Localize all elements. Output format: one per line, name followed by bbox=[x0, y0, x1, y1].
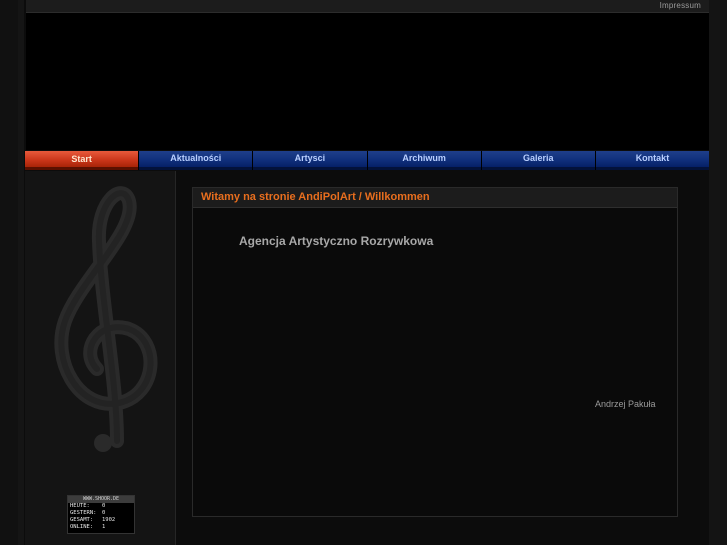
content-header: Witamy na stronie AndiPolArt / Willkomme… bbox=[193, 188, 677, 208]
right-page-gutter bbox=[709, 0, 727, 545]
counter-label: ONLINE: bbox=[70, 524, 94, 530]
header-banner bbox=[26, 13, 709, 150]
counter-header: WWW.SHOOR.DE bbox=[68, 496, 134, 503]
counter-row-online: ONLINE: 1 bbox=[68, 524, 134, 531]
author-signature: Andrzej Pakuła bbox=[595, 399, 656, 409]
counter-row-gesamt: GESAMT: 1902 bbox=[68, 517, 134, 524]
page-title: Witamy na stronie AndiPolArt / Willkomme… bbox=[201, 191, 430, 203]
counter-label: GESAMT: bbox=[70, 517, 94, 523]
counter-label: HEUTE: bbox=[70, 503, 90, 509]
counter-label: GESTERN: bbox=[70, 510, 97, 516]
nav-item-artysci[interactable]: Artysci bbox=[253, 151, 367, 170]
nav-item-galeria[interactable]: Galeria bbox=[481, 151, 595, 170]
top-bar: Impressum bbox=[26, 0, 709, 13]
counter-row-gestern: GESTERN: 0 bbox=[68, 510, 134, 517]
left-page-gutter bbox=[0, 0, 18, 545]
treble-clef-icon bbox=[54, 186, 158, 452]
counter-value: 1 bbox=[102, 524, 106, 530]
nav-item-aktualnosci[interactable]: Aktualności bbox=[139, 151, 253, 170]
impressum-link[interactable]: Impressum bbox=[660, 1, 701, 10]
agency-subtitle: Agencja Artystyczno Rozrywkowa bbox=[239, 234, 434, 248]
nav-item-archiwum[interactable]: Archiwum bbox=[367, 151, 481, 170]
nav-item-kontakt[interactable]: Kontakt bbox=[595, 151, 710, 170]
nav-item-start[interactable]: Start bbox=[25, 151, 139, 170]
main-content-panel: Witamy na stronie AndiPolArt / Willkomme… bbox=[192, 187, 678, 517]
counter-row-heute: HEUTE: 0 bbox=[68, 503, 134, 510]
counter-value: 1902 bbox=[102, 517, 116, 523]
main-navigation: Start Aktualności Artysci Archiwum Galer… bbox=[25, 151, 710, 170]
counter-value: 0 bbox=[102, 510, 106, 516]
counter-value: 0 bbox=[102, 503, 106, 509]
visitor-counter[interactable]: WWW.SHOOR.DE HEUTE: 0 GESTERN: 0 GESAMT:… bbox=[67, 495, 135, 534]
left-sidebar: WWW.SHOOR.DE HEUTE: 0 GESTERN: 0 GESAMT:… bbox=[25, 171, 176, 545]
